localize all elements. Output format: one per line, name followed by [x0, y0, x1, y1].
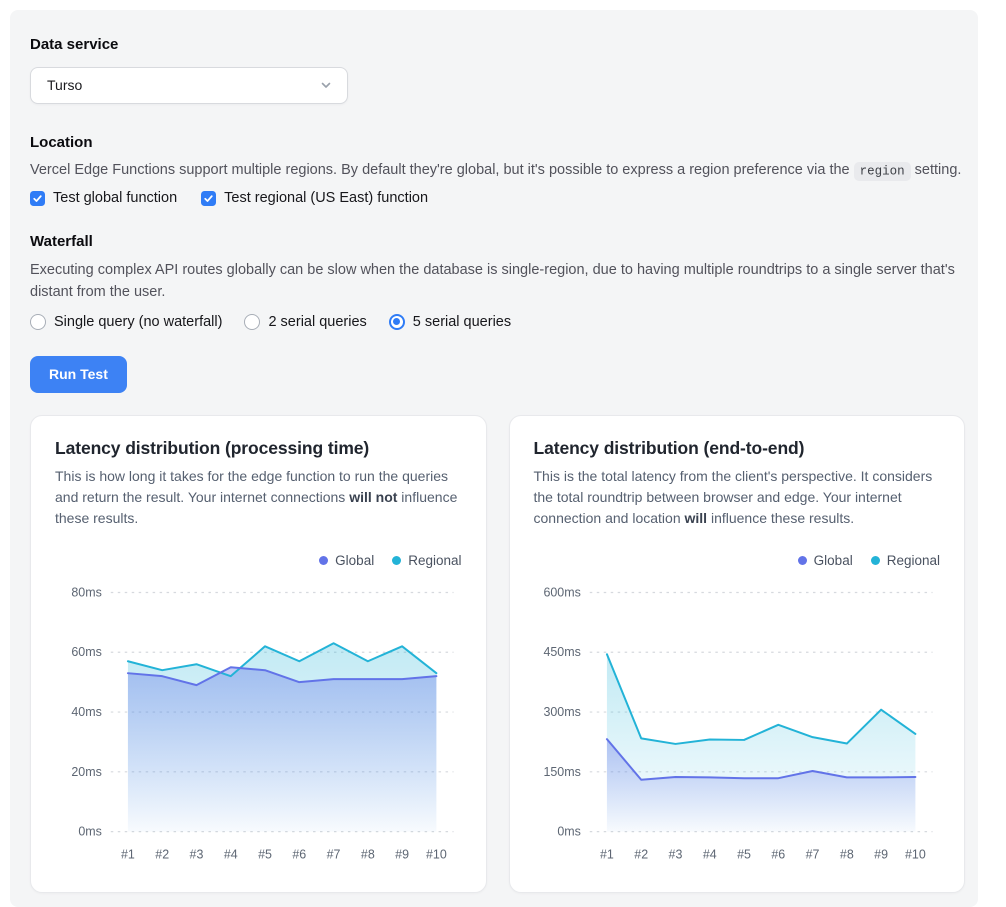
chart-description: This is how long it takes for the edge f… — [55, 466, 462, 529]
svg-text:#4: #4 — [702, 847, 716, 861]
radio-icon[interactable] — [30, 314, 46, 330]
waterfall-radio-group: Single query (no waterfall) 2 serial que… — [30, 314, 965, 330]
data-service-selected-value: Turso — [47, 77, 82, 93]
charts-row: Latency distribution (processing time) T… — [30, 415, 965, 893]
radio-label: Single query (no waterfall) — [54, 314, 222, 330]
check-icon — [32, 193, 43, 204]
legend-dot-global — [319, 556, 328, 565]
data-service-heading: Data service — [30, 35, 965, 55]
svg-text:#7: #7 — [327, 847, 341, 861]
svg-text:#8: #8 — [361, 847, 375, 861]
svg-text:150ms: 150ms — [543, 765, 580, 779]
region-code-chip: region — [854, 162, 911, 181]
radio-single-query[interactable]: Single query (no waterfall) — [30, 314, 222, 330]
legend-item-global: Global — [798, 553, 853, 568]
svg-text:450ms: 450ms — [543, 645, 580, 659]
location-description: Vercel Edge Functions support multiple r… — [30, 159, 965, 181]
checkbox-label: Test global function — [53, 190, 177, 206]
radio-label: 2 serial queries — [268, 314, 366, 330]
checkbox-test-global-function[interactable]: Test global function — [30, 190, 177, 206]
radio-icon[interactable] — [389, 314, 405, 330]
chart-title: Latency distribution (end-to-end) — [534, 438, 941, 459]
check-icon — [203, 193, 214, 204]
chart-card-end-to-end: Latency distribution (end-to-end) This i… — [509, 415, 966, 893]
svg-text:#6: #6 — [292, 847, 306, 861]
svg-text:#10: #10 — [905, 847, 926, 861]
svg-text:300ms: 300ms — [543, 705, 580, 719]
svg-text:80ms: 80ms — [71, 585, 101, 599]
legend-item-regional: Regional — [871, 553, 940, 568]
waterfall-heading: Waterfall — [30, 232, 965, 252]
chart-card-processing-time: Latency distribution (processing time) T… — [30, 415, 487, 893]
latency-area-chart-end-to-end: 0ms 150ms 300ms 450ms 600ms #1 #2 #3 #4 #5 #6 #7 #8 #… — [534, 576, 941, 872]
legend-item-regional: Regional — [392, 553, 461, 568]
chart-description: This is the total latency from the clien… — [534, 466, 941, 529]
settings-panel: Data service Turso Location Vercel Edge … — [10, 10, 978, 907]
svg-text:#2: #2 — [155, 847, 169, 861]
radio-label: 5 serial queries — [413, 314, 511, 330]
waterfall-description: Executing complex API routes globally ca… — [30, 259, 965, 304]
svg-text:#3: #3 — [190, 847, 204, 861]
svg-text:#1: #1 — [600, 847, 614, 861]
svg-text:#4: #4 — [224, 847, 238, 861]
radio-2-serial-queries[interactable]: 2 serial queries — [244, 314, 366, 330]
svg-text:#6: #6 — [771, 847, 785, 861]
svg-text:#9: #9 — [395, 847, 409, 861]
svg-text:20ms: 20ms — [71, 765, 101, 779]
svg-text:0ms: 0ms — [557, 824, 581, 838]
chart-legend: Global Regional — [55, 553, 462, 568]
chevron-down-icon — [319, 78, 333, 92]
checkbox-label: Test regional (US East) function — [224, 190, 428, 206]
checkbox-icon[interactable] — [30, 191, 45, 206]
svg-text:#10: #10 — [426, 847, 447, 861]
chart-legend: Global Regional — [534, 553, 941, 568]
svg-text:40ms: 40ms — [71, 705, 101, 719]
svg-text:#5: #5 — [258, 847, 272, 861]
svg-text:#7: #7 — [805, 847, 819, 861]
radio-5-serial-queries[interactable]: 5 serial queries — [389, 314, 511, 330]
svg-text:600ms: 600ms — [543, 585, 580, 599]
svg-text:#3: #3 — [668, 847, 682, 861]
svg-text:0ms: 0ms — [78, 824, 101, 838]
chart-title: Latency distribution (processing time) — [55, 438, 462, 459]
legend-dot-global — [798, 556, 807, 565]
run-test-button[interactable]: Run Test — [30, 356, 127, 393]
svg-text:#8: #8 — [839, 847, 853, 861]
svg-text:#9: #9 — [874, 847, 888, 861]
legend-item-global: Global — [319, 553, 374, 568]
svg-text:#1: #1 — [121, 847, 135, 861]
checkbox-test-regional-function[interactable]: Test regional (US East) function — [201, 190, 428, 206]
svg-text:#2: #2 — [634, 847, 648, 861]
checkbox-icon[interactable] — [201, 191, 216, 206]
svg-text:#5: #5 — [737, 847, 751, 861]
latency-area-chart-processing: 0ms 20ms 40ms 60ms 80ms #1 #2 #3 #4 #5 #6 #7 #8 #9 #10 — [55, 576, 462, 872]
radio-icon[interactable] — [244, 314, 260, 330]
svg-text:60ms: 60ms — [71, 645, 101, 659]
location-checkbox-row: Test global function Test regional (US E… — [30, 190, 965, 206]
location-heading: Location — [30, 133, 965, 153]
legend-dot-regional — [871, 556, 880, 565]
data-service-select[interactable]: Turso — [30, 67, 348, 104]
legend-dot-regional — [392, 556, 401, 565]
